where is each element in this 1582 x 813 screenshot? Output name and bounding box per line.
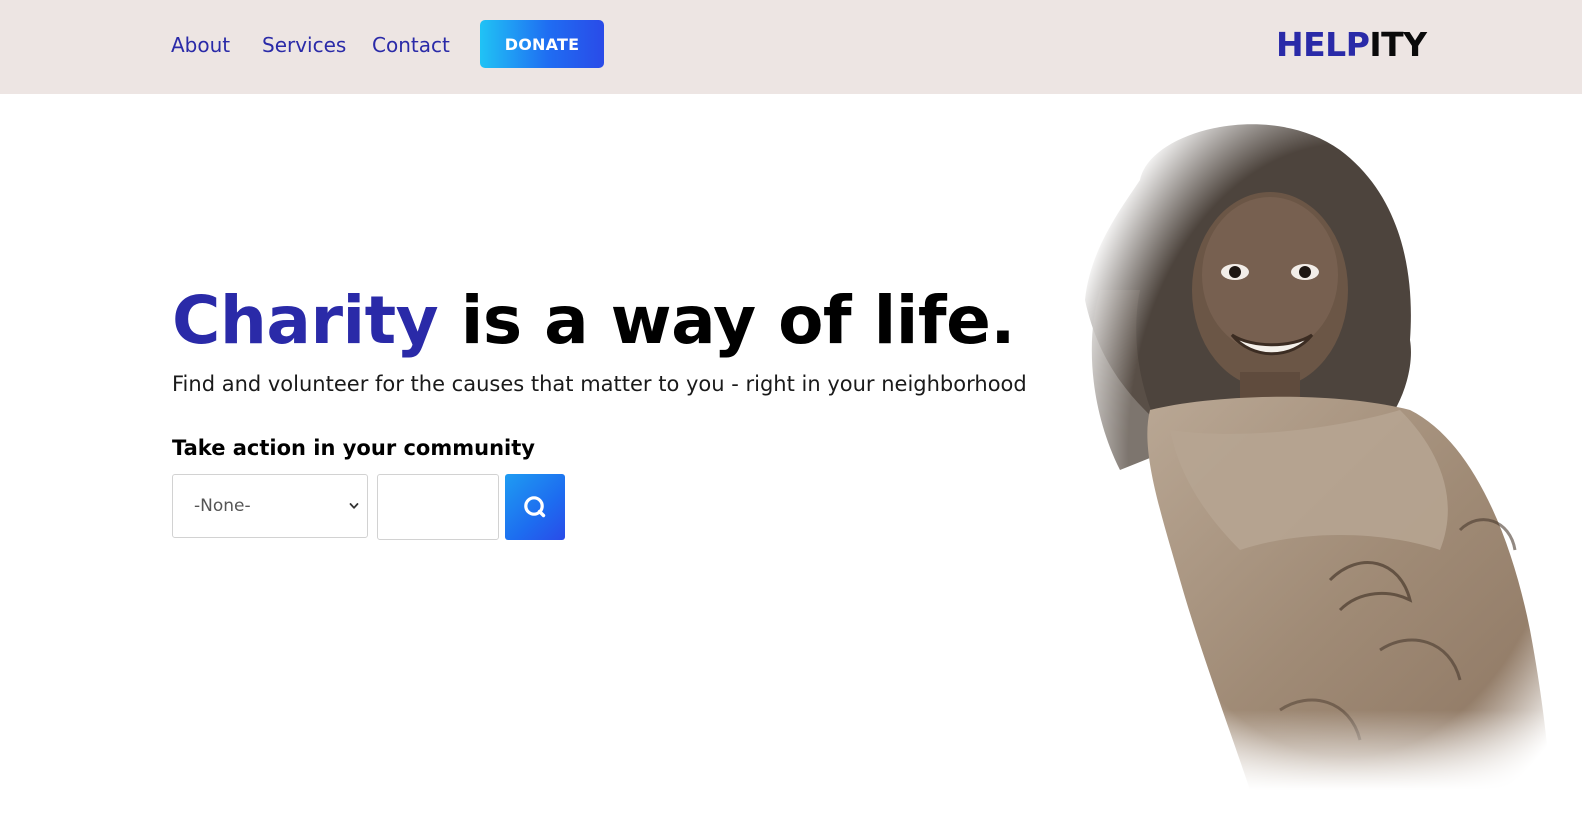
search-button[interactable]: [505, 474, 565, 540]
site-logo[interactable]: HELPITY: [1276, 25, 1427, 65]
logo-part-help: HELP: [1276, 25, 1370, 64]
donate-button[interactable]: DONATE: [480, 20, 604, 68]
chevron-down-icon: [349, 503, 359, 509]
hero-title-highlight: Charity: [172, 282, 439, 359]
hero-subtitle: Find and volunteer for the causes that m…: [172, 372, 1027, 396]
hero-title: Charity is a way of life.: [172, 278, 1015, 364]
nav-link-services[interactable]: Services: [262, 33, 346, 57]
search-icon: [524, 496, 546, 518]
category-select-value: -None-: [194, 496, 251, 516]
hero-photo: [1080, 110, 1565, 790]
nav-link-about[interactable]: About: [171, 33, 230, 57]
community-section-label: Take action in your community: [172, 436, 535, 460]
category-select[interactable]: -None-: [172, 474, 368, 538]
hero-title-rest: is a way of life.: [438, 282, 1016, 359]
logo-part-ity: ITY: [1369, 25, 1427, 64]
nav-link-contact[interactable]: Contact: [372, 33, 450, 57]
location-input[interactable]: [377, 474, 499, 540]
top-navbar: About Services Contact DONATE HELPITY: [0, 0, 1582, 94]
